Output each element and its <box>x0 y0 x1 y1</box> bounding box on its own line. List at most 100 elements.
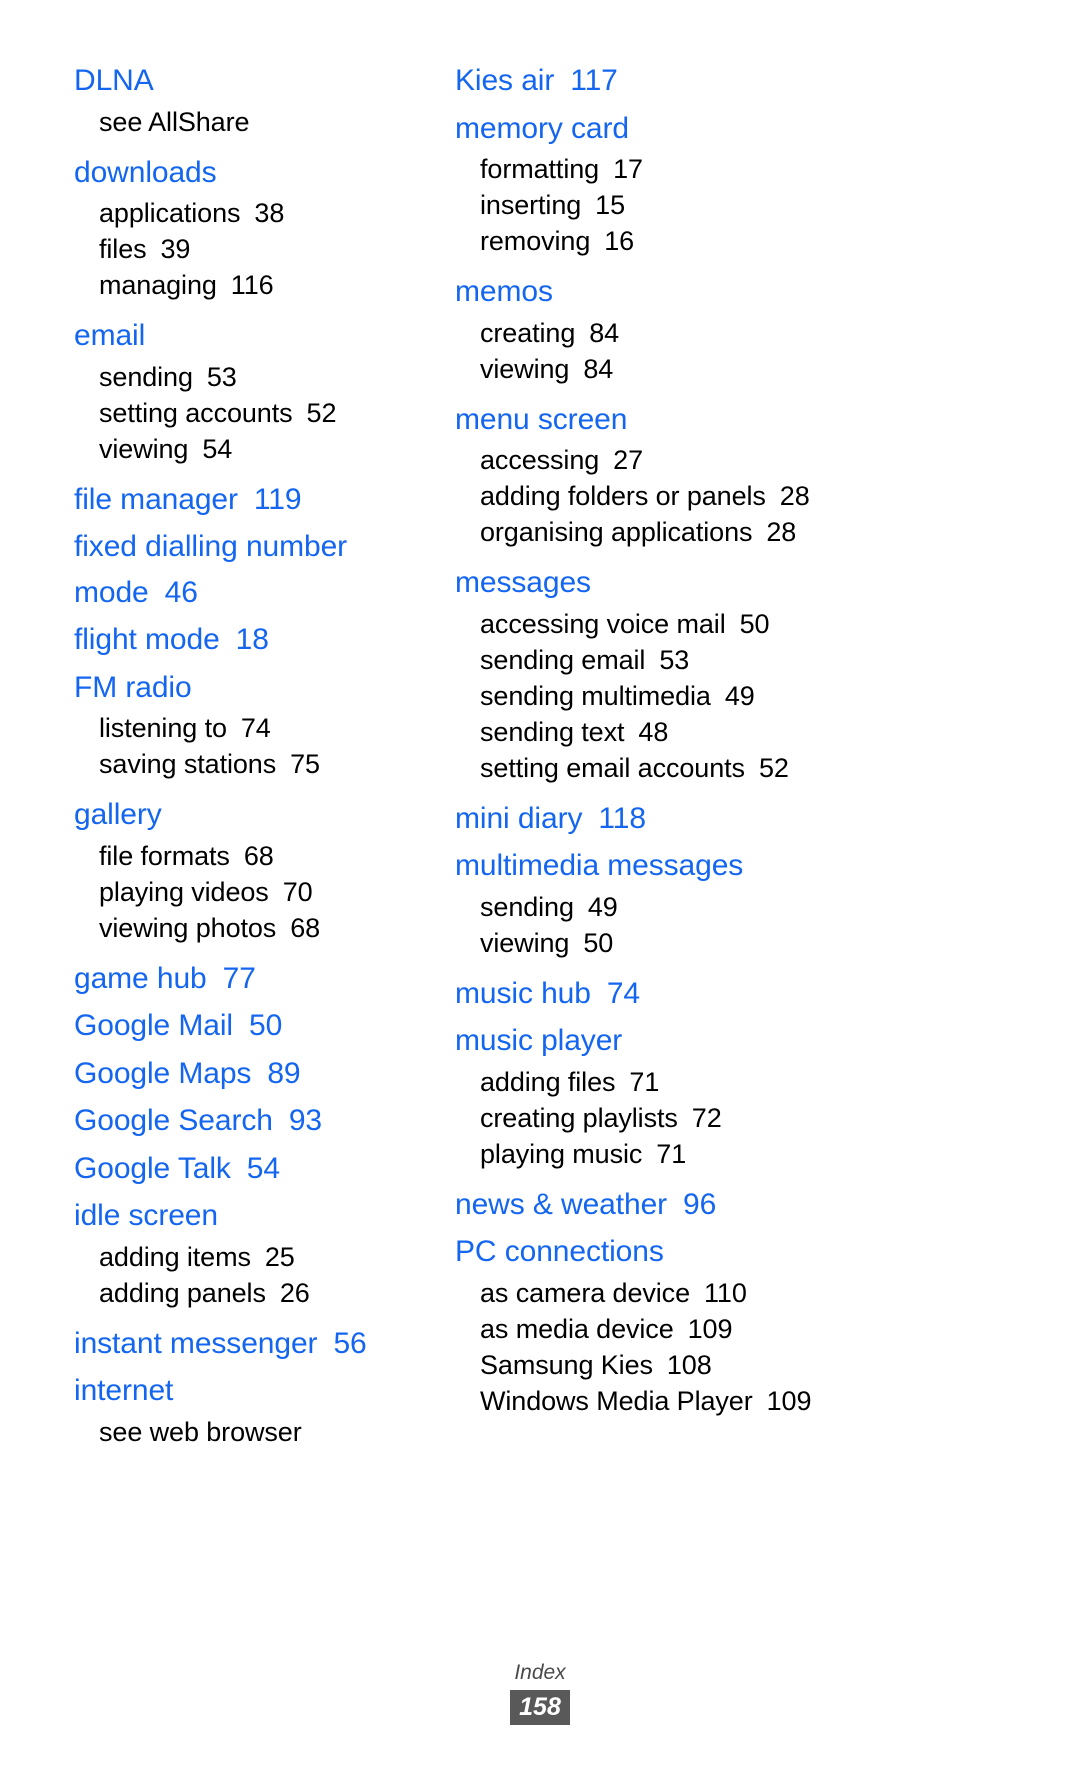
index-entry-term[interactable]: file manager 119 <box>74 477 430 523</box>
index-subentry-label: setting email accounts <box>480 752 745 783</box>
index-subentry[interactable]: sending multimedia 49 <box>455 678 990 714</box>
index-subentry[interactable]: adding items 25 <box>74 1239 430 1275</box>
index-subentry[interactable]: accessing voice mail 50 <box>455 606 990 642</box>
index-entry-term[interactable]: flight mode 18 <box>74 617 430 663</box>
index-entry-term[interactable]: Google Search 93 <box>74 1098 430 1144</box>
index-entry-term-label: memory card <box>455 111 629 145</box>
index-entry-term[interactable]: Google Mail 50 <box>74 1003 430 1049</box>
index-entry-term[interactable]: downloads <box>74 150 430 196</box>
index-subentry-label: accessing <box>480 445 600 475</box>
index-entry-term[interactable]: menu screen <box>455 397 990 443</box>
index-entry-term-label: internet <box>74 1374 174 1407</box>
index-column-left: DLNA see AllShare downloads applications 38 f… <box>0 58 430 1450</box>
index-subentry[interactable]: playing videos 70 <box>74 874 430 910</box>
index-subentry[interactable]: setting accounts 52 <box>74 395 430 431</box>
index-entry-term[interactable]: mini diary 118 <box>455 796 990 842</box>
index-subentry[interactable]: file formats 68 <box>74 838 430 874</box>
index-subentry[interactable]: removing 16 <box>455 223 990 259</box>
index-subentry-page-number: 28 <box>766 517 797 547</box>
index-entry-term[interactable]: instant messenger 56 <box>74 1321 430 1367</box>
index-entry-group: idle screen adding items 25 adding panels 26 <box>74 1193 430 1311</box>
index-entry-term[interactable]: music player <box>455 1018 990 1064</box>
index-entry-page-number: 54 <box>246 1151 280 1185</box>
index-entry-term[interactable]: multimedia messages <box>455 843 990 889</box>
index-entry-term[interactable]: gallery <box>74 792 430 838</box>
index-entry-group: Kies air 117 <box>455 58 990 104</box>
index-entry-term[interactable]: internet <box>74 1368 430 1414</box>
index-entry-term-label: multimedia messages <box>455 849 744 882</box>
index-entry-term-label: mini diary <box>455 801 583 835</box>
index-subentry[interactable]: sending email 53 <box>455 642 990 678</box>
index-subentry[interactable]: sending text 48 <box>455 714 990 750</box>
index-subentry[interactable]: viewing 54 <box>74 431 430 467</box>
index-subentry[interactable]: organising applications 28 <box>455 514 990 550</box>
index-subentry[interactable]: see web browser <box>74 1414 430 1450</box>
index-subentry-label: file formats <box>99 840 230 871</box>
footer-page-number: 158 <box>510 1690 570 1725</box>
index-subentry[interactable]: viewing photos 68 <box>74 910 430 946</box>
index-entry-term[interactable]: idle screen <box>74 1193 430 1239</box>
index-subentry-page-number: 28 <box>779 481 810 511</box>
index-subentry-label: adding panels <box>99 1277 266 1308</box>
index-entry-term[interactable]: memos <box>455 269 990 315</box>
index-entry-term[interactable]: fixed dialling number mode 46 <box>74 524 404 615</box>
index-subentry[interactable]: viewing 50 <box>455 925 990 961</box>
index-subentry[interactable]: accessing 27 <box>455 442 990 478</box>
index-entry-term[interactable]: Kies air 117 <box>455 58 990 104</box>
index-subentry-label: see web browser <box>99 1416 302 1447</box>
index-entry-term[interactable]: Google Maps 89 <box>74 1051 430 1097</box>
index-subentry-label: creating <box>480 317 576 348</box>
index-subentry[interactable]: playing music 71 <box>455 1136 990 1172</box>
index-subentry[interactable]: sending 53 <box>74 359 430 395</box>
index-entry-term-label: messages <box>455 566 591 599</box>
index-entry-term[interactable]: email <box>74 313 430 359</box>
index-subentry[interactable]: files 39 <box>74 231 430 267</box>
index-subentry[interactable]: see AllShare <box>74 104 430 140</box>
index-subentry-label: setting accounts <box>99 397 293 428</box>
index-subentry[interactable]: inserting 15 <box>455 187 990 223</box>
index-entry-term-label: Google Maps <box>74 1056 252 1090</box>
index-subentry-label: playing music <box>480 1138 643 1169</box>
index-entry-term[interactable]: DLNA <box>74 58 430 104</box>
index-subentry[interactable]: creating playlists 72 <box>455 1100 990 1136</box>
index-subentry[interactable]: creating 84 <box>455 315 990 351</box>
index-entry-term[interactable]: memory card <box>455 106 990 152</box>
index-subentry-page-number: 49 <box>724 680 755 711</box>
index-entry-term[interactable]: PC connections <box>455 1229 990 1275</box>
index-subentry[interactable]: Windows Media Player 109 <box>455 1383 990 1419</box>
index-subentry-label: accessing voice mail <box>480 608 726 639</box>
index-entry-term[interactable]: Google Talk 54 <box>74 1146 430 1192</box>
index-subentry[interactable]: adding folders or panels 28 <box>455 478 990 514</box>
index-entry-term[interactable]: game hub 77 <box>74 956 430 1002</box>
index-subentry[interactable]: as camera device 110 <box>455 1275 990 1311</box>
index-entry-group: music player adding files 71 creating playl… <box>455 1018 990 1172</box>
index-subentry[interactable]: managing 116 <box>74 267 430 303</box>
index-entry-term[interactable]: FM radio <box>74 665 430 711</box>
index-subentry-label: sending multimedia <box>480 680 711 711</box>
index-subentry[interactable]: adding files 71 <box>455 1064 990 1100</box>
index-subentry-label: see AllShare <box>99 106 250 137</box>
index-subentry-page-number: 52 <box>758 752 789 783</box>
index-subentry[interactable]: formatting 17 <box>455 151 990 187</box>
index-subentry[interactable]: adding panels 26 <box>74 1275 430 1311</box>
index-subentry[interactable]: viewing 84 <box>455 351 990 387</box>
index-subentry-page-number: 74 <box>240 713 271 743</box>
index-subentry[interactable]: as media device 109 <box>455 1311 990 1347</box>
index-subentry[interactable]: applications 38 <box>74 195 430 231</box>
index-entry-term-label: idle screen <box>74 1199 218 1232</box>
index-subentry[interactable]: listening to 74 <box>74 710 430 746</box>
index-subentry[interactable]: setting email accounts 52 <box>455 750 990 786</box>
index-subentry-label: removing <box>480 226 591 256</box>
index-entry-term[interactable]: news & weather 96 <box>455 1182 990 1228</box>
index-entry-group: music hub 74 <box>455 971 990 1017</box>
index-subentry-page-number: 109 <box>687 1313 733 1344</box>
index-entry-group: gallery file formats 68 playing videos 70 vie… <box>74 792 430 946</box>
index-subentry[interactable]: Samsung Kies 108 <box>455 1347 990 1383</box>
index-entry-group: email sending 53 setting accounts 52 viewing 5… <box>74 313 430 467</box>
index-entry-page-number: 119 <box>253 482 302 516</box>
index-subentry[interactable]: saving stations 75 <box>74 746 430 782</box>
index-entry-group: instant messenger 56 <box>74 1321 430 1367</box>
index-subentry[interactable]: sending 49 <box>455 889 990 925</box>
index-entry-term[interactable]: music hub 74 <box>455 971 990 1017</box>
index-entry-term[interactable]: messages <box>455 560 990 606</box>
